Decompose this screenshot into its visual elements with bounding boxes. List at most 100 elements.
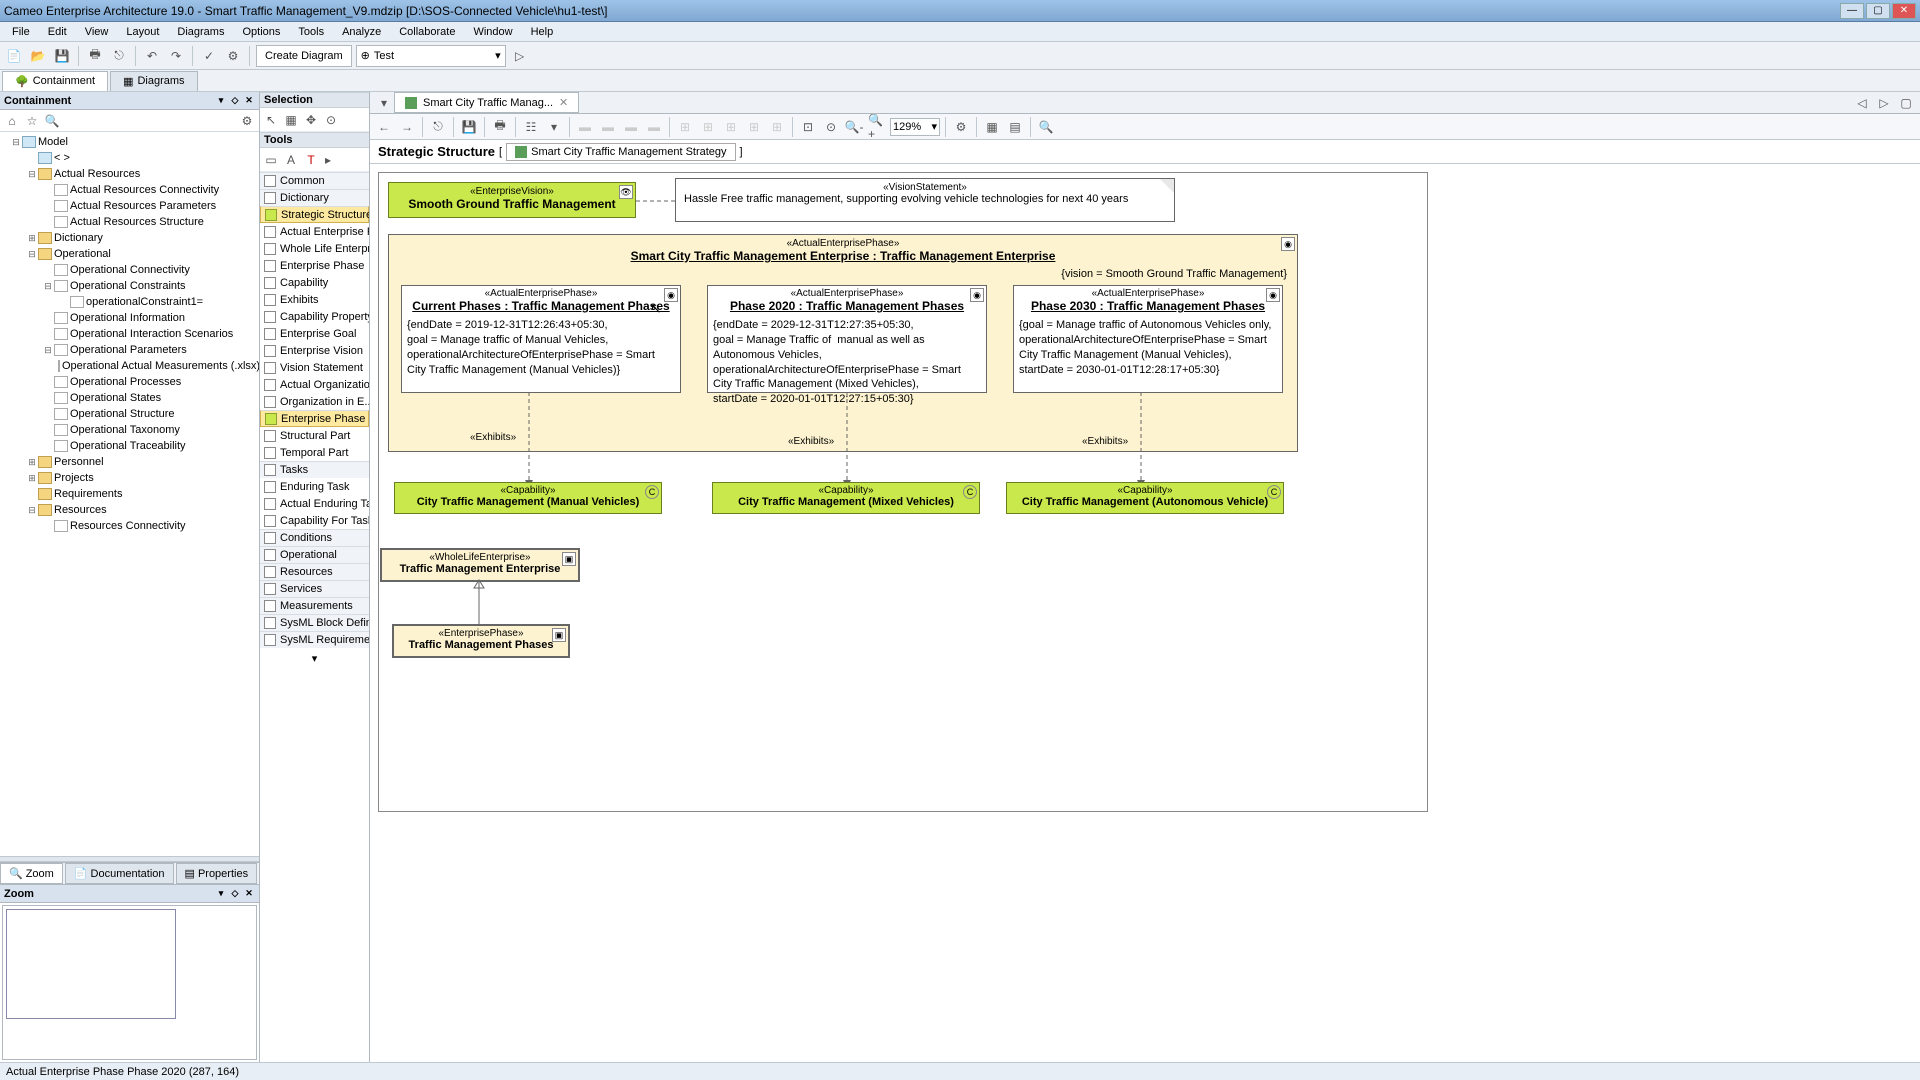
redo-button[interactable]: ↷: [166, 46, 186, 66]
phase-2020-node[interactable]: «ActualEnterprisePhase» Phase 2020 : Tra…: [707, 285, 987, 393]
phase-current-node[interactable]: «ActualEnterprisePhase» Current Phases :…: [401, 285, 681, 393]
zoom-100-icon[interactable]: ⊙: [821, 117, 841, 137]
tab-containment[interactable]: 🌳Containment: [2, 71, 108, 91]
menu-layout[interactable]: Layout: [118, 24, 167, 40]
menu-diagrams[interactable]: Diagrams: [169, 24, 232, 40]
menu-edit[interactable]: Edit: [40, 24, 75, 40]
palette-group[interactable]: SysML Requirements ...: [260, 631, 369, 648]
nav-back-icon[interactable]: ◁: [1852, 93, 1872, 113]
create-diagram-button[interactable]: Create Diagram: [256, 45, 352, 67]
select-in-tree-icon[interactable]: ⎋: [428, 117, 448, 137]
zoom-thumbnail[interactable]: [2, 905, 257, 1060]
star-icon[interactable]: ☆: [24, 113, 40, 129]
palette-group[interactable]: Common: [260, 172, 369, 189]
tree-item[interactable]: ⊞Personnel: [2, 454, 257, 470]
tree-item[interactable]: ⊟Operational: [2, 246, 257, 262]
palette-item[interactable]: Enterprise Goal: [260, 325, 369, 342]
diagram-tab[interactable]: Smart City Traffic Manag... ✕: [394, 92, 579, 113]
palette-item[interactable]: Structural Part: [260, 427, 369, 444]
phase-2030-node[interactable]: «ActualEnterprisePhase» Phase 2030 : Tra…: [1013, 285, 1283, 393]
tree-item[interactable]: Actual Resources Structure: [2, 214, 257, 230]
tree-item[interactable]: Actual Resources Parameters: [2, 198, 257, 214]
export-button[interactable]: ⎋: [109, 46, 129, 66]
tree-item[interactable]: Operational States: [2, 390, 257, 406]
tree-item[interactable]: Operational Connectivity: [2, 262, 257, 278]
menu-window[interactable]: Window: [465, 24, 520, 40]
palette-group[interactable]: Operational: [260, 546, 369, 563]
palette-group[interactable]: Resources: [260, 563, 369, 580]
enterprise-phase-node[interactable]: «EnterprisePhase» Traffic Management Pha…: [392, 624, 570, 658]
tree-item[interactable]: ⊟Resources: [2, 502, 257, 518]
palette-item[interactable]: Capability: [260, 274, 369, 291]
minimize-button[interactable]: —: [1840, 3, 1864, 19]
tree-item[interactable]: Resources Connectivity: [2, 518, 257, 534]
tree-item[interactable]: Operational Interaction Scenarios: [2, 326, 257, 342]
tab-zoom[interactable]: 🔍Zoom: [0, 863, 63, 884]
validate-button[interactable]: ✓: [199, 46, 219, 66]
enterprise-vision-node[interactable]: «EnterpriseVision» Smooth Ground Traffic…: [388, 182, 636, 218]
breadcrumb-item[interactable]: Smart City Traffic Management Strategy: [506, 143, 735, 161]
capability-mixed-node[interactable]: «Capability» City Traffic Management (Mi…: [712, 482, 980, 514]
palette-group[interactable]: Strategic Structure: [260, 206, 369, 223]
tree-item[interactable]: ⊟Model: [2, 134, 257, 150]
menu-tools[interactable]: Tools: [290, 24, 332, 40]
chevron-right-icon[interactable]: ▸: [322, 151, 334, 169]
palette-group[interactable]: Services: [260, 580, 369, 597]
menu-options[interactable]: Options: [234, 24, 288, 40]
tree-item[interactable]: Operational Actual Measurements (.xlsx): [2, 358, 257, 374]
zoom-in-icon[interactable]: 🔍+: [867, 117, 887, 137]
palette-group[interactable]: Conditions: [260, 529, 369, 546]
gear-icon[interactable]: ⚙: [951, 117, 971, 137]
gear-icon[interactable]: ⚙: [239, 113, 255, 129]
undo-button[interactable]: ↶: [142, 46, 162, 66]
palette-group[interactable]: SysML Block Definitio...: [260, 614, 369, 631]
pan-tool[interactable]: ✥: [302, 111, 320, 129]
tree-item[interactable]: ⊟Operational Parameters: [2, 342, 257, 358]
whole-life-enterprise-node[interactable]: «WholeLifeEnterprise» Traffic Management…: [380, 548, 580, 582]
zoom-input[interactable]: 129%▾: [890, 118, 940, 136]
diagram-canvas[interactable]: «EnterpriseVision» Smooth Ground Traffic…: [370, 164, 1920, 1062]
palette-item[interactable]: Organization in E...: [260, 393, 369, 410]
fwd-icon[interactable]: →: [397, 117, 417, 137]
palette-item[interactable]: Enduring Task: [260, 478, 369, 495]
legend-icon[interactable]: ▤: [1005, 117, 1025, 137]
enterprise-node[interactable]: «ActualEnterprisePhase» Smart City Traff…: [388, 234, 1298, 452]
vision-statement-node[interactable]: «VisionStatement» Hassle Free traffic ma…: [675, 178, 1175, 222]
tree-item[interactable]: ⊞Projects: [2, 470, 257, 486]
palette-item[interactable]: Whole Life Enterprise: [260, 240, 369, 257]
zoom-out-icon[interactable]: 🔍-: [844, 117, 864, 137]
tree-item[interactable]: ⊞Dictionary: [2, 230, 257, 246]
back-icon[interactable]: ←: [374, 117, 394, 137]
panel-pin-icon[interactable]: ◇: [229, 888, 241, 900]
text-tool[interactable]: A: [282, 151, 300, 169]
menu-analyze[interactable]: Analyze: [334, 24, 389, 40]
maximize-button[interactable]: ▢: [1866, 3, 1890, 19]
settings-button[interactable]: ⚙: [223, 46, 243, 66]
palette-item[interactable]: Vision Statement: [260, 359, 369, 376]
maximize-diagram-icon[interactable]: ▢: [1896, 93, 1916, 113]
nav-fwd-icon[interactable]: ▷: [1874, 93, 1894, 113]
home-icon[interactable]: ⌂: [4, 113, 20, 129]
palette-group[interactable]: Tasks: [260, 461, 369, 478]
marquee-tool[interactable]: ▦: [282, 111, 300, 129]
palette-item[interactable]: Temporal Part: [260, 444, 369, 461]
panel-close-icon[interactable]: ✕: [243, 888, 255, 900]
capability-auto-node[interactable]: «Capability» City Traffic Management (Au…: [1006, 482, 1284, 514]
tab-properties[interactable]: ▤Properties: [176, 863, 258, 884]
menu-view[interactable]: View: [77, 24, 117, 40]
run-button[interactable]: ▷: [510, 46, 530, 66]
tree-item[interactable]: Operational Processes: [2, 374, 257, 390]
palette-item[interactable]: Exhibits: [260, 291, 369, 308]
tab-diagrams[interactable]: ▦Diagrams: [110, 71, 197, 91]
save-button[interactable]: 💾: [52, 46, 72, 66]
chevron-down-icon[interactable]: ▾: [544, 117, 564, 137]
print-button[interactable]: 🖶: [85, 46, 105, 66]
containment-tree[interactable]: ⊟Model< >⊟Actual ResourcesActual Resourc…: [0, 132, 259, 856]
panel-pin-icon[interactable]: ◇: [229, 95, 241, 107]
panel-menu-icon[interactable]: ▾: [215, 888, 227, 900]
search-icon[interactable]: 🔍: [44, 113, 60, 129]
palette-item[interactable]: Actual Organization: [260, 376, 369, 393]
tree-item[interactable]: ⊟Actual Resources: [2, 166, 257, 182]
tree-item[interactable]: operationalConstraint1=: [2, 294, 257, 310]
panel-menu-icon[interactable]: ▾: [215, 95, 227, 107]
